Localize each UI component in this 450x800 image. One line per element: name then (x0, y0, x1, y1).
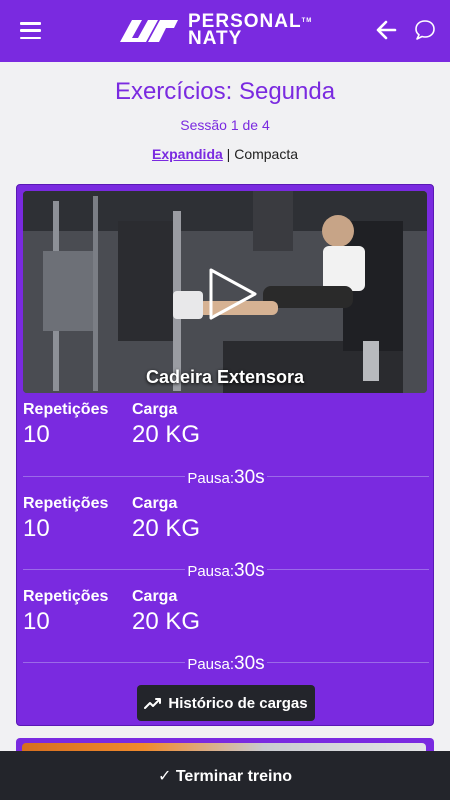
view-expanded-link[interactable]: Expandida (152, 146, 223, 162)
pause-label: Pausa: (187, 656, 235, 673)
view-compact-link[interactable]: Compacta (234, 146, 298, 162)
load-label: Carga (132, 495, 178, 512)
exercise-name: Cadeira Extensora (145, 367, 305, 387)
finish-workout-button[interactable]: ✓ Terminar treino (0, 751, 450, 800)
top-app-bar: PERSONALTM NATY (0, 0, 450, 62)
hamburger-menu-icon[interactable] (20, 22, 41, 39)
pause-divider: Pausa:30s (23, 467, 429, 488)
arrow-left-icon[interactable] (375, 19, 397, 41)
reps-value: 10 (23, 608, 50, 635)
pause-divider: Pausa:30s (23, 560, 429, 581)
load-history-button[interactable]: Histórico de cargas (137, 685, 315, 721)
view-separator: | (222, 146, 235, 162)
chat-bubble-icon[interactable] (413, 18, 437, 42)
pause-label: Pausa: (187, 563, 235, 580)
load-value: 20 KG (132, 421, 201, 448)
page-title: Exercícios: Segunda (114, 78, 336, 105)
reps-value: 10 (23, 515, 50, 542)
pause-value: 30s (234, 560, 265, 581)
reps-label: Repetições (23, 401, 109, 418)
reps-label: Repetições (23, 588, 109, 605)
reps-label: Repetições (23, 495, 109, 512)
load-history-label: Histórico de cargas (168, 694, 308, 712)
pause-divider: Pausa:30s (23, 653, 429, 674)
pause-label: Pausa: (187, 470, 235, 487)
load-value: 20 KG (132, 608, 201, 635)
exercise-card: Cadeira Extensora Repetições Carga 10 20… (16, 184, 434, 726)
reps-value: 10 (23, 421, 50, 448)
session-indicator: Sessão 1 de 4 (180, 117, 270, 133)
brand-name: PERSONALTM NATY (188, 11, 313, 49)
trending-up-icon (144, 698, 162, 709)
play-icon[interactable] (203, 266, 259, 322)
exercise-video-thumbnail[interactable]: Cadeira Extensora (23, 191, 427, 393)
load-label: Carga (132, 401, 178, 418)
brand-mark-icon (120, 20, 178, 42)
pause-value: 30s (234, 653, 265, 674)
view-toggle: Expandida | Compacta (0, 146, 450, 162)
load-value: 20 KG (132, 515, 201, 542)
load-label: Carga (132, 588, 178, 605)
brand-logo: PERSONALTM NATY (118, 12, 312, 48)
pause-value: 30s (234, 467, 265, 488)
